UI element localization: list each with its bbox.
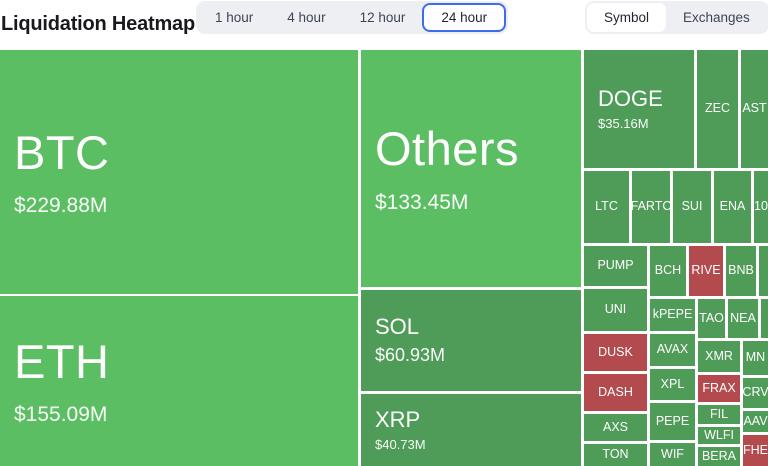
tile-bnb[interactable]: BNB (726, 246, 756, 296)
tile-liquidation-value: $155.09M (14, 403, 108, 427)
tile-eth[interactable]: ETH $155.09M (0, 296, 358, 466)
tile-uni[interactable]: UNI (584, 289, 647, 331)
time-range-1-hour[interactable]: 1 hour (198, 3, 270, 32)
tile-symbol: SUI (681, 199, 703, 214)
tile-symbol: FARTC (632, 199, 670, 214)
time-range-12-hour[interactable]: 12 hour (343, 3, 423, 32)
tile-symbol: DUSK (598, 344, 633, 359)
view-toggle-control: Symbol Exchanges (585, 1, 768, 34)
tile-bch[interactable]: BCH (650, 246, 686, 296)
time-range-24-hour[interactable]: 24 hour (422, 3, 507, 32)
tile-aav[interactable]: AAV (743, 411, 768, 432)
tile-wlfi[interactable]: WLFI (698, 427, 740, 444)
liquidation-treemap: BTC $229.88M ETH $155.09M Others $133.45M SOL $… (0, 0, 768, 466)
tile-xrp[interactable]: XRP $40.73M (361, 394, 581, 466)
tile-zec[interactable]: ZEC (697, 50, 738, 168)
tile-tao[interactable]: TAO (698, 299, 725, 338)
tile-sui[interactable]: SUI (673, 171, 711, 243)
tile-rive[interactable]: RIVE (689, 246, 723, 296)
tile-symbol: kPEPE (652, 307, 693, 322)
tile-kpepe[interactable]: kPEPE (650, 299, 695, 331)
tile-ast[interactable]: AST (741, 50, 768, 168)
tile-fil[interactable]: FIL (698, 405, 740, 424)
tile-ltc[interactable]: LTC (584, 171, 629, 243)
tile-symbol: ZEC (705, 101, 730, 116)
tile-btc[interactable]: BTC $229.88M (0, 50, 358, 294)
tile-symbol: CRV (743, 385, 768, 400)
tile-symbol: RIVE (691, 263, 721, 278)
tile-symbol: XPL (660, 376, 685, 391)
time-range-4-hour[interactable]: 4 hour (270, 3, 342, 32)
header: Liquidation Heatmap 1 hour 4 hour 12 hou… (0, 0, 768, 48)
tile-symbol: AVAX (656, 342, 689, 357)
tile-symbol: BTC (14, 125, 110, 179)
tile-symbol: TAO (699, 310, 724, 325)
page-title: Liquidation Heatmap (1, 12, 195, 35)
tile-axs[interactable]: AXS (584, 414, 647, 441)
tile-fhe[interactable]: FHE (743, 435, 768, 466)
time-range-control: 1 hour 4 hour 12 hour 24 hour (196, 1, 509, 34)
tile-symbol: WLFI (704, 427, 734, 442)
tile-symbol: ETH (14, 334, 110, 388)
tile-symbol: AAV (743, 413, 768, 428)
tile-pepe[interactable]: PEPE (650, 403, 695, 440)
tile-pump[interactable]: PUMP (584, 246, 647, 286)
tile-symbol: MN (745, 350, 766, 365)
tile-dash[interactable]: DASH (584, 374, 647, 411)
tile-symbol: PEPE (655, 413, 690, 428)
tile-symbol: AST (742, 101, 767, 116)
tile-dusk[interactable]: DUSK (584, 334, 647, 371)
tile-avax[interactable]: AVAX (650, 334, 695, 366)
tile-liquidation-value: $60.93M (375, 345, 446, 366)
tab-exchanges[interactable]: Exchanges (666, 3, 767, 32)
tile-symbol: ENA (719, 199, 746, 214)
tile-symbol: UNI (604, 302, 627, 317)
tile-symbol: BNB (728, 263, 754, 278)
tile-liquidation-value: $35.16M (598, 115, 649, 131)
tile-symbol: FHE (743, 442, 768, 457)
tile-xmr[interactable]: XMR (698, 341, 740, 372)
tile-doge[interactable]: DOGE $35.16M (584, 50, 694, 168)
tile-10[interactable]: 10 (754, 171, 768, 243)
tile-symbol: NEA (730, 310, 756, 325)
tile-symbol: DOGE (598, 85, 663, 111)
tile-symbol: FIL (709, 406, 729, 421)
tile-sol[interactable]: SOL $60.93M (361, 290, 581, 391)
tile-symbol: SOL (375, 314, 420, 339)
tile-symbol: WIF (661, 446, 684, 461)
tile-symbol: TON (602, 447, 629, 462)
tile-partial-26[interactable] (761, 299, 768, 338)
tile-symbol: XMR (705, 348, 733, 363)
tile-ton[interactable]: TON (584, 444, 647, 466)
tile-symbol: PUMP (597, 258, 634, 273)
tile-symbol: BERA (701, 448, 737, 463)
tile-symbol: DASH (598, 384, 633, 399)
tile-symbol: XRP (375, 406, 421, 432)
tile-partial-22[interactable] (759, 246, 768, 296)
tile-others[interactable]: Others $133.45M (361, 50, 581, 287)
tile-frax[interactable]: FRAX (698, 375, 740, 402)
tile-nea[interactable]: NEA (728, 299, 758, 338)
tile-liquidation-value: $133.45M (375, 190, 469, 214)
tab-symbol[interactable]: Symbol (587, 3, 667, 32)
tile-symbol: BCH (654, 263, 682, 278)
tile-symbol: AXS (602, 419, 628, 434)
tile-symbol: Others (375, 122, 520, 176)
tile-ena[interactable]: ENA (714, 171, 751, 243)
tile-symbol: LTC (595, 199, 618, 214)
tile-liquidation-value: $229.88M (14, 194, 108, 218)
tile-liquidation-value: $40.73M (375, 436, 426, 452)
tile-symbol: FRAX (702, 380, 736, 395)
tile-bera[interactable]: BERA (698, 447, 740, 466)
tile-wif[interactable]: WIF (650, 443, 695, 466)
tile-fartc[interactable]: FARTC (632, 171, 670, 243)
tile-xpl[interactable]: XPL (650, 369, 695, 400)
liquidation-heatmap-page: BTC $229.88M ETH $155.09M Others $133.45M SOL $… (0, 0, 768, 466)
tile-symbol: 10 (754, 199, 768, 214)
tile-mn[interactable]: MN (743, 341, 768, 375)
tile-crv[interactable]: CRV (743, 378, 768, 408)
